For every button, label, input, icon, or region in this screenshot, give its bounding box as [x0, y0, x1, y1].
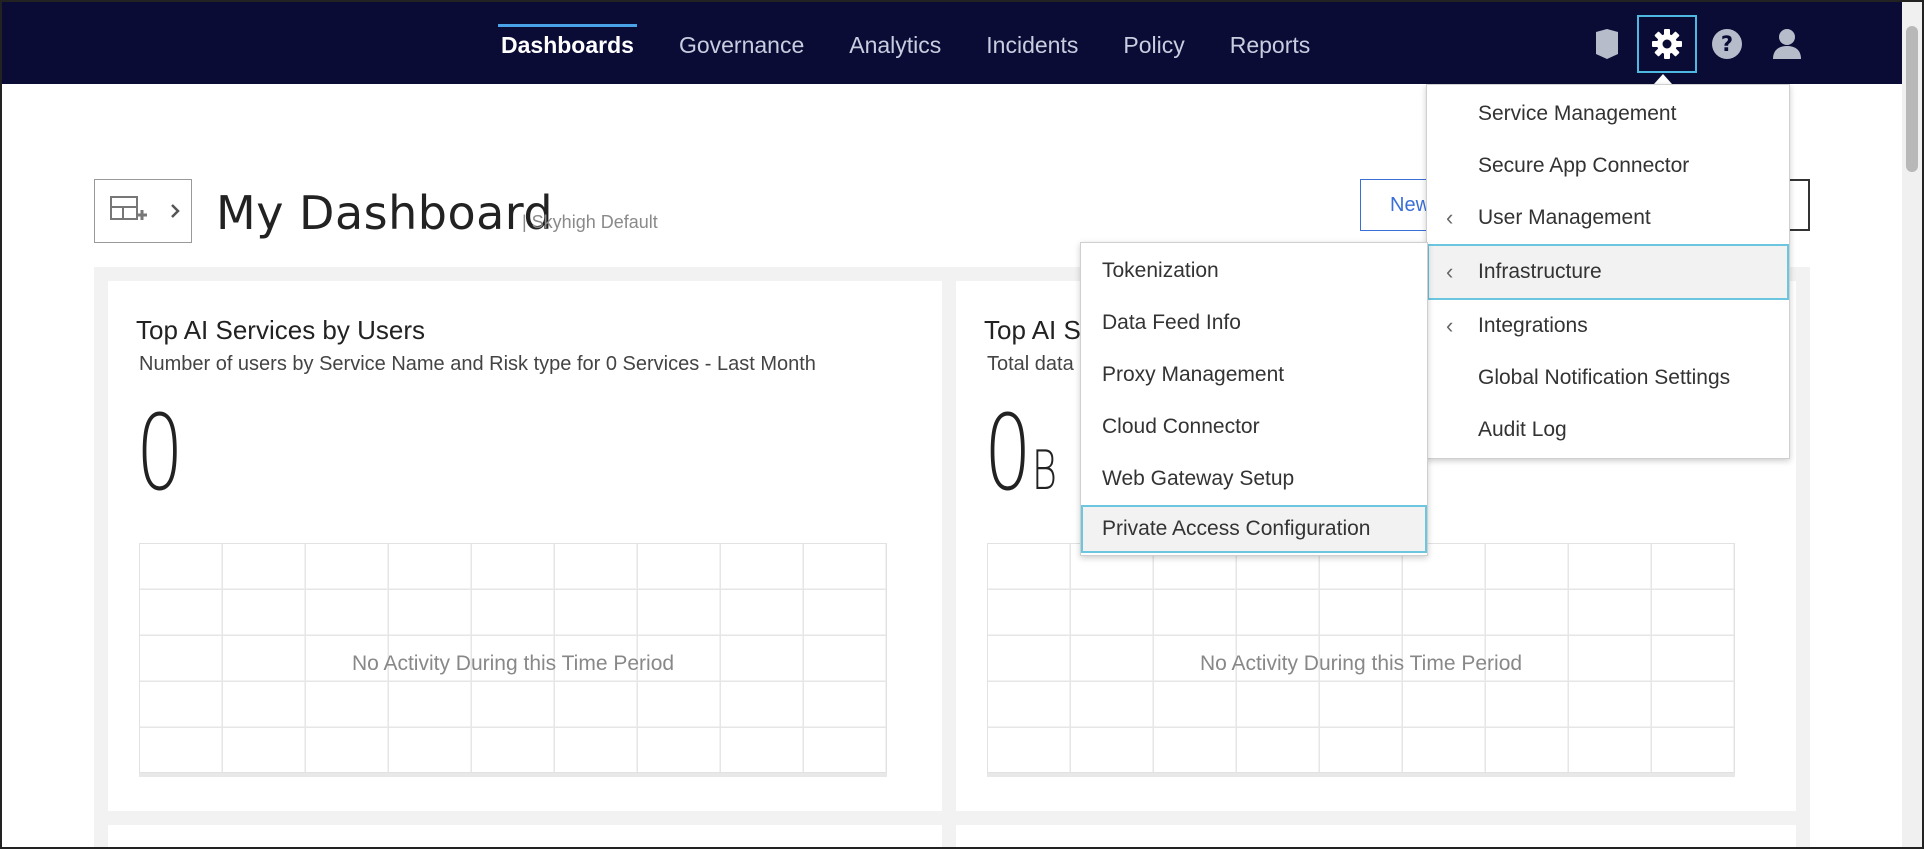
infrastructure-submenu: Tokenization Data Feed Info Proxy Manage… — [1080, 242, 1428, 556]
menu-item-audit-log[interactable]: Audit Log — [1427, 404, 1789, 456]
dashboard-add-icon — [110, 196, 147, 220]
widget-card-lower-right — [956, 825, 1796, 847]
submenu-item-private-access-configuration[interactable]: Private Access Configuration — [1081, 505, 1427, 553]
nav-dashboards[interactable]: Dashboards — [498, 2, 637, 84]
widget-title: Top AI Services by Users — [136, 315, 425, 345]
empty-state-message: No Activity During this Time Period — [351, 652, 675, 675]
widget-metric-value: 0B — [984, 392, 1058, 514]
widget-card-top-ai-services-users: Top AI Services by Users Number of users… — [108, 281, 942, 811]
submenu-item-cloud-connector[interactable]: Cloud Connector — [1081, 401, 1427, 453]
widget-empty-chart: No Activity During this Time Period — [987, 543, 1735, 773]
app-window: Dashboards Governance Analytics Incident… — [0, 0, 1924, 849]
scrollbar-thumb[interactable] — [1906, 26, 1918, 172]
user-icon — [1773, 29, 1801, 59]
shield-icon — [1596, 29, 1618, 59]
nav-analytics[interactable]: Analytics — [846, 2, 944, 84]
nav-policy[interactable]: Policy — [1120, 2, 1187, 84]
chevron-right-icon — [171, 204, 180, 218]
svg-text:?: ? — [1721, 32, 1733, 56]
nav-reports[interactable]: Reports — [1227, 2, 1314, 84]
menu-item-user-management[interactable]: ‹ User Management — [1427, 192, 1789, 244]
help-button[interactable]: ? — [1697, 15, 1757, 73]
help-icon: ? — [1712, 29, 1742, 59]
settings-button[interactable] — [1637, 15, 1697, 73]
widget-title: Top AI S — [984, 315, 1081, 345]
top-nav-bar: Dashboards Governance Analytics Incident… — [2, 2, 1902, 84]
nav-governance[interactable]: Governance — [676, 2, 807, 84]
menu-item-integrations[interactable]: ‹ Integrations — [1427, 300, 1789, 352]
user-button[interactable] — [1757, 15, 1817, 73]
gear-icon — [1652, 29, 1682, 59]
dashboard-list-toggle[interactable] — [94, 179, 192, 243]
submenu-item-web-gateway-setup[interactable]: Web Gateway Setup — [1081, 453, 1427, 505]
page-subtitle: | Skyhigh Default — [522, 212, 658, 232]
page-scrollbar[interactable] — [1902, 2, 1922, 847]
chevron-left-icon: ‹ — [1446, 205, 1454, 230]
widget-empty-chart: No Activity During this Time Period — [139, 543, 887, 773]
menu-item-service-management[interactable]: Service Management — [1427, 88, 1789, 140]
menu-item-global-notification-settings[interactable]: Global Notification Settings — [1427, 352, 1789, 404]
submenu-item-proxy-management[interactable]: Proxy Management — [1081, 349, 1427, 401]
submenu-item-data-feed-info[interactable]: Data Feed Info — [1081, 297, 1427, 349]
main-nav: Dashboards Governance Analytics Incident… — [498, 2, 1352, 84]
page-title: My Dashboard — [216, 186, 554, 240]
nav-icon-group: ? — [1577, 15, 1817, 73]
chevron-left-icon: ‹ — [1446, 313, 1454, 338]
menu-item-infrastructure[interactable]: ‹ Infrastructure — [1427, 244, 1789, 300]
widget-metric-value: 0 — [136, 392, 184, 514]
chevron-left-icon: ‹ — [1446, 259, 1454, 284]
submenu-item-tokenization[interactable]: Tokenization — [1081, 245, 1427, 297]
chart-baseline — [987, 773, 1735, 777]
widget-card-lower-left — [108, 825, 942, 847]
widget-subtitle: Number of users by Service Name and Risk… — [139, 353, 816, 375]
nav-incidents[interactable]: Incidents — [983, 2, 1081, 84]
shield-button[interactable] — [1577, 15, 1637, 73]
settings-menu-caret — [1654, 74, 1672, 84]
empty-state-message: No Activity During this Time Period — [1199, 652, 1523, 675]
widget-subtitle: Total data — [987, 353, 1074, 375]
menu-item-secure-app-connector[interactable]: Secure App Connector — [1427, 140, 1789, 192]
chart-baseline — [139, 773, 887, 777]
settings-menu: Service Management Secure App Connector … — [1426, 84, 1790, 459]
